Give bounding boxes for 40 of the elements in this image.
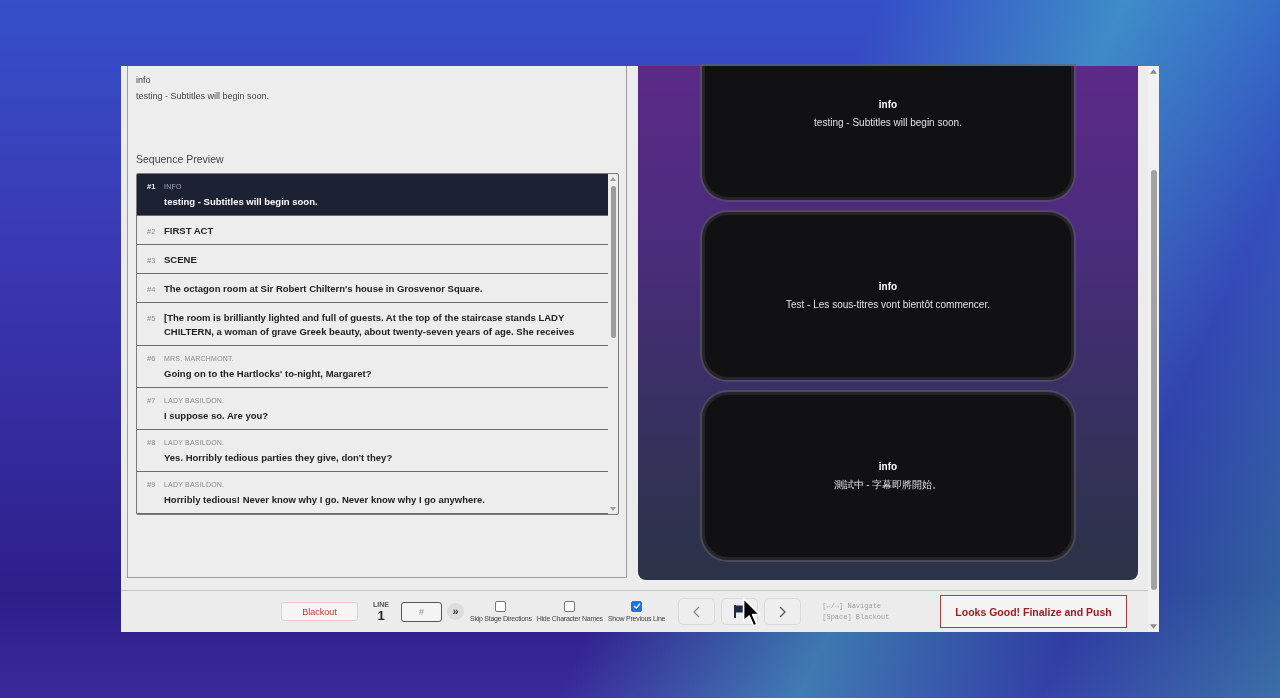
subtitle-text: testing - Subtitles will begin soon. bbox=[136, 90, 271, 103]
scroll-up-icon[interactable] bbox=[610, 177, 616, 181]
line-number: 1 bbox=[377, 608, 385, 623]
category-label: info bbox=[878, 281, 898, 293]
category-label: info bbox=[136, 74, 152, 87]
checkbox[interactable] bbox=[564, 600, 576, 612]
line-text: Going on to the Hartlocks' to-night, Margaret? bbox=[164, 367, 373, 381]
subtitle-text: testing - Subtitles will begin soon. bbox=[814, 116, 962, 129]
line-text: SCENE bbox=[164, 253, 198, 267]
scroll-down-icon[interactable] bbox=[1150, 624, 1157, 629]
line-text: Horribly tedious! Never know why I go. Never know why I go anywhere. bbox=[164, 493, 486, 507]
previous-button[interactable] bbox=[678, 598, 716, 625]
scrollbar-thumb[interactable] bbox=[1150, 170, 1157, 590]
scroll-up-icon[interactable] bbox=[1150, 69, 1157, 74]
scroll-down-icon[interactable] bbox=[610, 507, 616, 511]
jump-button[interactable]: » bbox=[447, 603, 464, 620]
line-text: testing - Subtitles will begin soon. bbox=[164, 195, 319, 209]
blackout-button[interactable]: Blackout bbox=[281, 602, 358, 621]
checkmark-icon bbox=[632, 603, 641, 609]
line-text: I suppose so. Are you? bbox=[164, 409, 270, 423]
window-scrollbar[interactable] bbox=[1148, 66, 1159, 632]
chevron-left-icon bbox=[693, 605, 701, 618]
finalize-button[interactable]: Looks Good! Finalize and Push bbox=[940, 595, 1127, 628]
line-text: FIRST ACT bbox=[164, 224, 215, 238]
mouse-pointer-icon bbox=[742, 597, 762, 628]
flag-icon bbox=[734, 605, 746, 618]
section-title: Sequence Preview bbox=[136, 152, 225, 166]
line-text: The octagon room at Sir Robert Chiltern's house in Grosvenor Square. bbox=[164, 282, 484, 296]
category-label: info bbox=[878, 461, 898, 473]
subtitle-text: Test - Les sous-titres vont bientôt commencer. bbox=[786, 299, 990, 311]
checkbox[interactable] bbox=[495, 600, 507, 612]
scrollbar-thumb[interactable] bbox=[610, 186, 616, 338]
checkbox[interactable] bbox=[631, 600, 643, 612]
chevron-right-icon bbox=[779, 605, 787, 618]
category-label: info bbox=[878, 98, 898, 111]
next-button[interactable] bbox=[764, 598, 802, 625]
line-number-field[interactable]: # bbox=[401, 601, 442, 622]
line-text: [The room is brilliantly lighted and full of guests. At the top of the staircase stands LADY CHILTERN, a woman of grave Greek beauty, about twenty-seven years of age. She receives bbox=[164, 311, 576, 339]
line-text: Yes. Horribly tedious parties they give, don't they? bbox=[164, 451, 394, 465]
subtitle-text: 測試中 - 字幕即將開始。 bbox=[833, 479, 943, 491]
